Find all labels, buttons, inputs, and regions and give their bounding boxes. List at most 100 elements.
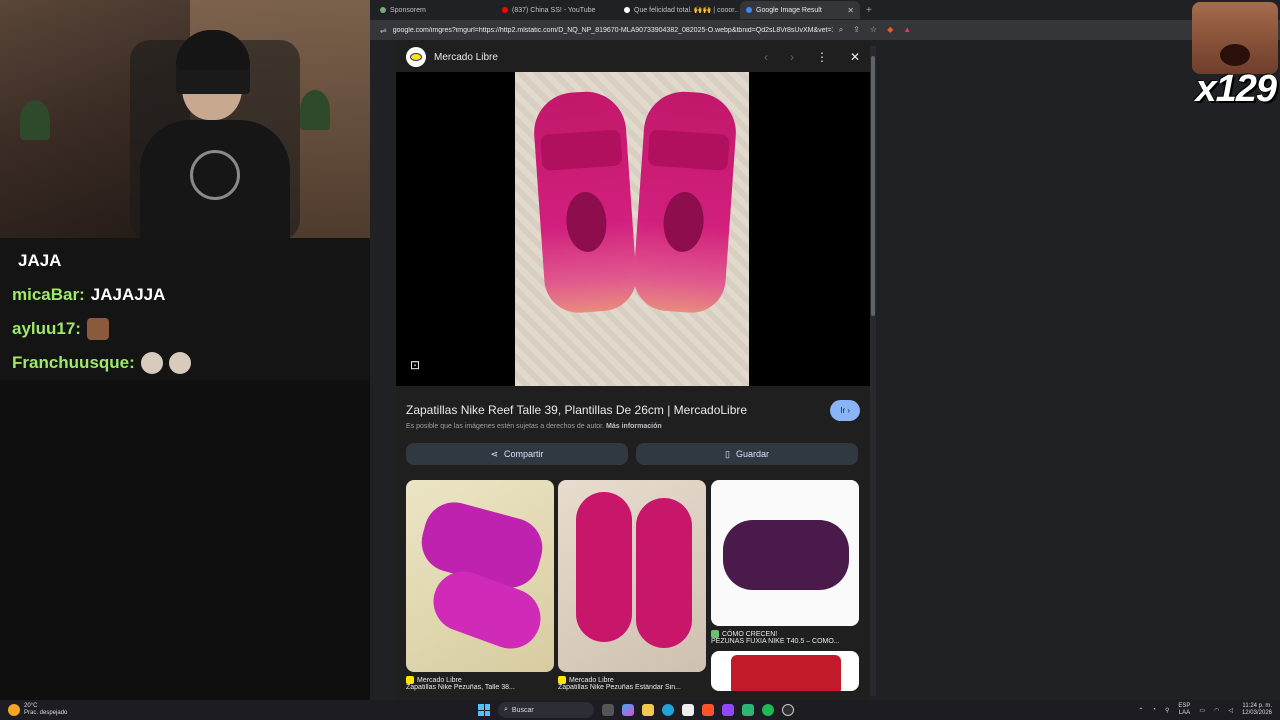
save-label: Guardar: [735, 449, 769, 459]
card-caption[interactable]: Zapatillas Nike Pezuñas, Talle 38...: [406, 684, 554, 691]
wifi-icon[interactable]: ◠: [1214, 707, 1219, 714]
tab-favicon-icon: [380, 7, 386, 13]
brave-shield-icon[interactable]: ◆: [887, 25, 893, 35]
related-thumbnail[interactable]: [711, 651, 859, 691]
location-icon[interactable]: ⚲: [1165, 707, 1169, 714]
left-shoe: [531, 89, 639, 315]
plant-left: [20, 100, 50, 140]
save-button[interactable]: ▯ Guardar: [636, 443, 858, 465]
scrollbar-thumb[interactable]: [871, 56, 875, 316]
task-view-icon[interactable]: [602, 704, 614, 716]
zoom-icon[interactable]: ⌕: [839, 25, 843, 35]
google-lens-icon[interactable]: ⊡: [410, 358, 420, 372]
card-caption[interactable]: PEZUÑAS FUXIA NIKE T40.5 – CÓMO...: [711, 638, 859, 645]
more-info-link[interactable]: Más información: [606, 423, 662, 430]
chat-user: Franchuusque:: [12, 353, 135, 372]
emote-counter: x129: [1190, 0, 1280, 112]
related-card[interactable]: CÓMO CRECEN! PEZUÑAS FUXIA NIKE T40.5 – …: [711, 480, 859, 691]
spotify-icon[interactable]: [762, 704, 774, 716]
tab-tiktok[interactable]: Que felicidad total. 🙌🙌 | cooor...: [618, 1, 738, 19]
tab-strip: Sponsorem (837) China SS! - YouTube Que …: [370, 0, 910, 20]
thumb-shoe: [723, 520, 849, 590]
network-icon[interactable]: ◔: [1152, 707, 1156, 713]
card-source-label: CÓMO CRECEN!: [722, 630, 778, 638]
chat-text: JAJAJJA: [90, 285, 166, 304]
clock-date: 12/03/2026: [1241, 710, 1272, 716]
card-source: Mercado Libre: [406, 676, 554, 684]
taskbar-search[interactable]: ⌕ Buscar: [498, 702, 594, 718]
copilot-icon[interactable]: [622, 704, 634, 716]
plant-right: [300, 90, 330, 130]
mercadolibre-logo-icon: [406, 47, 426, 67]
tab-sponsorem[interactable]: Sponsorem: [374, 1, 494, 19]
visit-button[interactable]: Ir ›: [830, 399, 860, 421]
address-bar[interactable]: ⇌ google.com/imgres?imgurl=https://http2…: [370, 20, 1280, 40]
tab-youtube[interactable]: (837) China SS! - YouTube: [496, 1, 616, 19]
monitor-icon[interactable]: ▭: [1199, 707, 1205, 714]
mercadolibre-icon: [406, 676, 414, 684]
scrollbar[interactable]: [870, 46, 876, 696]
google-icon: [746, 7, 752, 13]
tray-overflow-icon[interactable]: ⌃: [1138, 707, 1143, 714]
thumb-shoe: [636, 498, 692, 648]
close-tab-icon[interactable]: ✕: [847, 6, 854, 15]
url-field[interactable]: google.com/imgres?imgurl=https://http2.m…: [393, 27, 833, 34]
image-preview[interactable]: ⊡: [396, 72, 870, 386]
brave-icon[interactable]: [702, 704, 714, 716]
card-source: Mercado Libre: [558, 676, 706, 684]
chat-message: micaBar: JAJAJJA: [12, 278, 358, 312]
viewer-controls: ‹ › ⋮ ✕: [764, 50, 860, 64]
share-icon: ⋖: [490, 448, 499, 459]
more-options-icon[interactable]: ⋮: [816, 50, 828, 64]
app-icon[interactable]: [742, 704, 754, 716]
shoe-photo: [515, 72, 749, 386]
twitch-icon[interactable]: [722, 704, 734, 716]
clock[interactable]: 11:24 p. m. 12/03/2026: [1242, 703, 1272, 717]
tab-google-image[interactable]: Google Image Result ✕: [740, 1, 860, 19]
image-viewer-panel: Mercado Libre ‹ › ⋮ ✕ ⊡ Zapatillas Nike …: [396, 40, 870, 700]
windows-start-icon[interactable]: [478, 704, 490, 716]
share-label: Compartir: [504, 449, 544, 459]
bookmark-icon[interactable]: ☆: [870, 25, 877, 35]
new-tab-icon[interactable]: +: [866, 5, 872, 16]
image-title[interactable]: Zapatillas Nike Reef Talle 39, Plantilla…: [406, 403, 747, 417]
related-thumbnail[interactable]: [406, 480, 554, 672]
site-info-icon[interactable]: ⇌: [380, 26, 387, 35]
thumb-shoe: [731, 655, 841, 691]
weather-widget[interactable]: 20°C Prac. despejado: [8, 700, 67, 720]
card-source-label: Mercado Libre: [569, 676, 614, 684]
related-card[interactable]: Mercado Libre Zapatillas Nike Pezuñas Es…: [558, 480, 706, 691]
system-tray: ⌃ ◔ ⚲ ESP LAA ▭ ◠ ◁ 11:24 p. m. 12/03/20…: [1138, 700, 1272, 720]
rewards-icon[interactable]: ▲: [903, 25, 911, 35]
tab-label: (837) China SS! - YouTube: [512, 6, 596, 14]
weather-icon: [8, 704, 20, 716]
streamer: [140, 30, 290, 238]
streamer-cap: [176, 30, 250, 70]
related-thumbnail[interactable]: [558, 480, 706, 672]
card-caption[interactable]: Zapatillas Nike Pezuñas Estándar Sin...: [558, 684, 706, 691]
related-images: Mercado Libre Zapatillas Nike Pezuñas, T…: [406, 480, 862, 700]
counter-value: x129: [1195, 68, 1277, 110]
store-icon: [711, 630, 719, 638]
obs-icon[interactable]: [782, 704, 794, 716]
chat-user: ayluu17:: [12, 319, 81, 338]
weather-temp: 20°C: [24, 703, 38, 709]
weather-desc: Prac. despejado: [24, 710, 68, 716]
store-icon[interactable]: [682, 704, 694, 716]
related-card[interactable]: Mercado Libre Zapatillas Nike Pezuñas, T…: [406, 480, 554, 691]
previous-icon[interactable]: ‹: [764, 50, 768, 64]
chat-message: ayluu17:: [12, 312, 358, 346]
next-icon[interactable]: ›: [790, 50, 794, 64]
share-icon[interactable]: ⇪: [853, 25, 860, 35]
share-button[interactable]: ⋖ Compartir: [406, 443, 628, 465]
weather-text: 20°C Prac. despejado: [24, 703, 67, 717]
volume-icon[interactable]: ◁: [1228, 707, 1233, 714]
shoe-opening: [564, 190, 609, 254]
close-icon[interactable]: ✕: [850, 50, 860, 64]
thumb-shoe: [576, 492, 632, 642]
related-thumbnail[interactable]: [711, 480, 859, 626]
taskbar-apps: ⌕ Buscar: [478, 702, 794, 718]
file-explorer-icon[interactable]: [642, 704, 654, 716]
edge-icon[interactable]: [662, 704, 674, 716]
language-indicator[interactable]: ESP LAA: [1178, 703, 1190, 717]
